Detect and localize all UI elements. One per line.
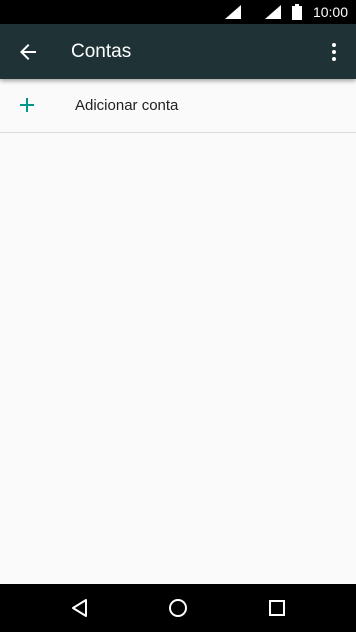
battery-icon	[292, 4, 302, 20]
navigation-bar	[0, 584, 356, 632]
status-clock: 10:00	[312, 4, 348, 20]
plus-icon	[20, 98, 34, 112]
accounts-list: Adicionar conta	[0, 79, 356, 133]
app-bar: Contas	[0, 24, 356, 79]
page-title: Contas	[71, 41, 132, 62]
screen: 10:00 Contas Adicionar conta	[0, 0, 356, 632]
wifi-signal-icon	[265, 5, 281, 19]
add-account-label: Adicionar conta	[75, 97, 179, 114]
cell-signal-icon	[225, 5, 241, 19]
status-bar: 10:00	[0, 0, 356, 24]
arrow-back-icon[interactable]	[16, 40, 40, 64]
nav-recents-icon[interactable]	[265, 596, 289, 620]
more-vert-icon[interactable]	[322, 40, 346, 64]
nav-back-icon[interactable]	[68, 596, 92, 620]
nav-home-icon[interactable]	[166, 596, 190, 620]
add-account-item[interactable]: Adicionar conta	[0, 79, 356, 133]
